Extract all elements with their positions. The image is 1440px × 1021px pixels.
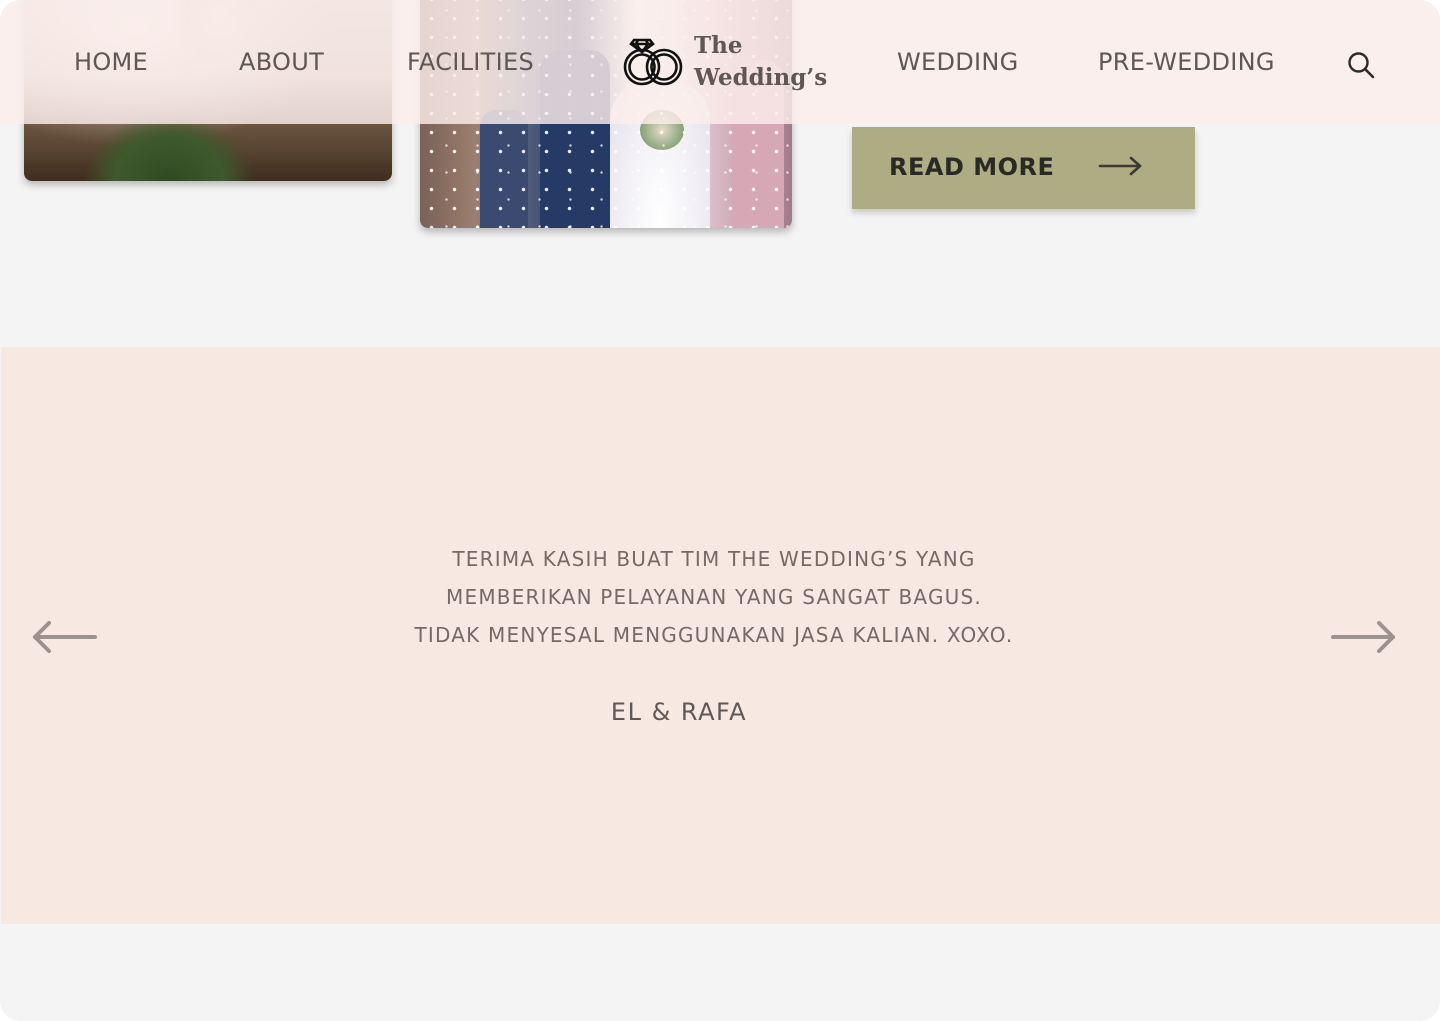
arrow-right-icon [1331, 621, 1395, 653]
nav-link-pre-wedding[interactable]: PRE-WEDDING [1098, 48, 1275, 76]
read-more-button[interactable]: READ MORE [852, 127, 1195, 209]
quote-line: TERIMA KASIH BUAT TIM THE WEDDING’S YANG [452, 547, 976, 571]
search-icon [1348, 52, 1375, 79]
testimonial-next-button[interactable] [1329, 617, 1397, 657]
read-more-label: READ MORE [889, 153, 1055, 181]
nav-link-about[interactable]: ABOUT [239, 48, 324, 76]
brand-name-line1: The [694, 32, 743, 59]
nav-link-wedding[interactable]: WEDDING [897, 48, 1019, 76]
nav-link-home[interactable]: HOME [74, 48, 148, 76]
arrow-right-icon [1098, 156, 1142, 176]
brand-logo[interactable]: The Wedding’s [620, 32, 827, 96]
brand-name-line2: Wedding’s [694, 64, 828, 91]
navbar: HOME ABOUT FACILITIES The Wedding’s WEDD… [0, 0, 1440, 124]
quote-line: TIDAK MENYESAL MENGGUNAKAN JASA KALIAN. … [414, 623, 1014, 647]
testimonial-section: TERIMA KASIH BUAT TIM THE WEDDING’S YANG… [1, 347, 1440, 924]
testimonial-quote: TERIMA KASIH BUAT TIM THE WEDDING’S YANG… [1, 540, 1427, 654]
nav-link-facilities[interactable]: FACILITIES [407, 48, 534, 76]
page: HOME ABOUT FACILITIES The Wedding’s WEDD… [0, 0, 1440, 1021]
search-button[interactable] [1346, 50, 1376, 80]
wedding-rings-icon [623, 38, 683, 86]
quote-line: MEMBERIKAN PELAYANAN YANG SANGAT BAGUS. [446, 585, 982, 609]
testimonial-author: EL & RAFA [610, 698, 748, 726]
